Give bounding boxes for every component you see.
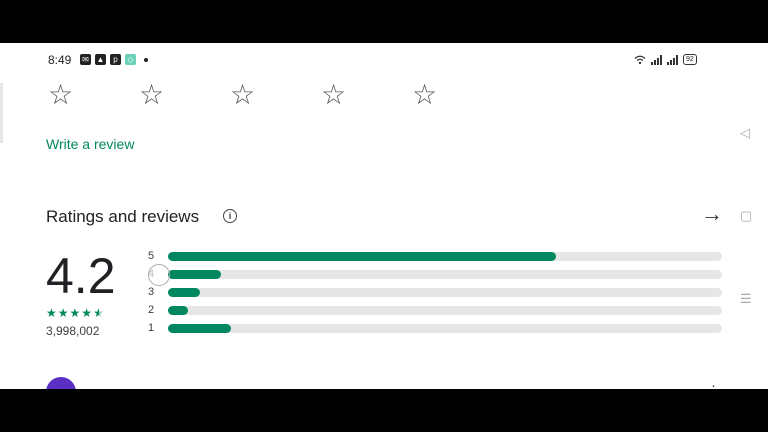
star-half-icon: ★ <box>93 306 104 320</box>
left-edge-handle <box>0 83 3 143</box>
rate-star-4-icon[interactable]: ☆ <box>321 81 412 109</box>
system-status-icons: 92 <box>634 54 697 65</box>
distribution-bar <box>168 324 231 333</box>
touch-indicator <box>148 264 170 286</box>
rate-star-2-icon[interactable]: ☆ <box>139 81 230 109</box>
avatar[interactable] <box>46 377 76 389</box>
distribution-label: 3 <box>148 286 155 298</box>
distribution-row: 5 <box>148 250 728 262</box>
distribution-row: 2 <box>148 304 728 316</box>
distribution-track <box>168 252 722 261</box>
rate-star-1-icon[interactable]: ☆ <box>48 81 139 109</box>
back-icon[interactable]: ◁ <box>740 125 750 141</box>
star-filled-icon: ★ <box>69 306 81 320</box>
distribution-track <box>168 324 722 333</box>
distribution-bar <box>168 252 556 261</box>
average-rating: 4.2 <box>46 248 116 304</box>
ratings-count: 3,998,002 <box>46 324 100 338</box>
battery-icon: 92 <box>683 54 697 65</box>
ratings-title: Ratings and reviews <box>46 207 200 226</box>
average-stars: ★ ★ ★ ★ ★ <box>46 307 104 319</box>
distribution-label: 1 <box>148 322 155 334</box>
snapchat-notification-icon: ▲ <box>95 54 106 65</box>
star-filled-icon: ★ <box>46 306 57 320</box>
app-notification-icon: ◇ <box>125 54 136 65</box>
distribution-track <box>168 306 722 315</box>
distribution-label: 2 <box>148 304 155 316</box>
distribution-row: 1 <box>148 322 728 334</box>
distribution-track <box>168 270 722 279</box>
arrow-right-icon[interactable]: → <box>701 203 723 225</box>
wifi-icon <box>634 55 646 64</box>
distribution-bar <box>168 270 221 279</box>
rate-stars: ☆ ☆ ☆ ☆ ☆ <box>48 81 503 109</box>
write-review-link[interactable]: Write a review <box>46 136 134 152</box>
menu-icon[interactable]: ☰ <box>740 291 752 307</box>
star-filled-icon: ★ <box>81 306 93 320</box>
distribution-track <box>168 288 722 297</box>
status-time: 8:49 <box>48 53 72 67</box>
distribution-bar <box>168 288 201 297</box>
distribution-row: 4 <box>148 268 728 280</box>
more-options-icon[interactable]: ⋮ <box>707 383 720 389</box>
more-notifications-dot-icon <box>144 57 148 62</box>
info-icon[interactable]: i <box>223 209 237 223</box>
rate-star-3-icon[interactable]: ☆ <box>230 81 321 109</box>
distribution-label: 5 <box>148 250 155 262</box>
rate-star-5-icon[interactable]: ☆ <box>412 81 503 109</box>
status-bar: 8:49 ✉ ▲ p ◇ 92 <box>0 43 768 75</box>
signal-icon-1 <box>651 54 662 65</box>
pinterest-notification-icon: p <box>110 54 121 65</box>
signal-icon-2 <box>667 54 678 65</box>
app-screen: 8:49 ✉ ▲ p ◇ 92 ☆ ☆ ☆ ☆ ☆ Write a review… <box>0 43 768 389</box>
distribution-row: 3 <box>148 286 728 298</box>
distribution-bar <box>168 306 188 315</box>
star-filled-icon: ★ <box>57 306 69 320</box>
mail-notification-icon: ✉ <box>80 54 91 65</box>
home-icon[interactable]: ▢ <box>740 208 752 224</box>
notification-icons: ✉ ▲ p ◇ <box>80 54 148 65</box>
